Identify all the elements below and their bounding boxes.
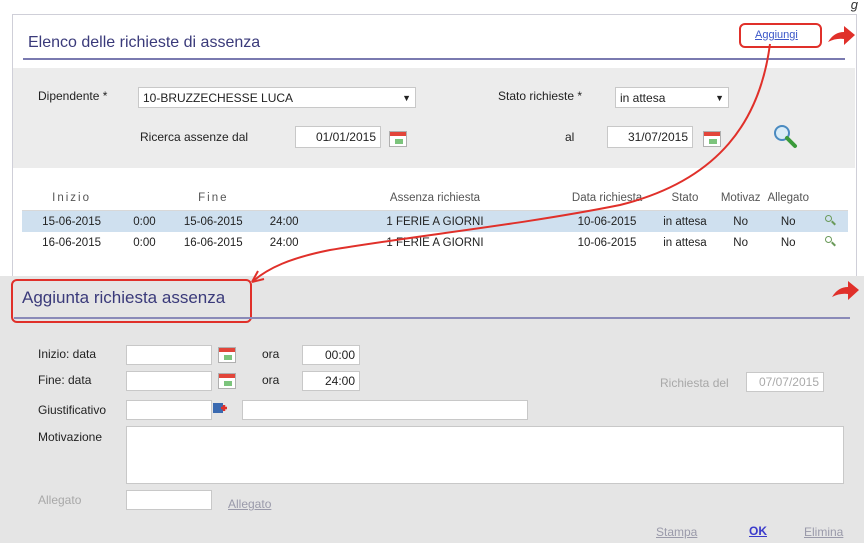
to-label: al xyxy=(565,130,575,144)
forward-arrow-icon[interactable] xyxy=(826,24,856,50)
start-time-cell: 0:00 xyxy=(133,236,156,249)
column-header xyxy=(121,186,168,211)
absence-type-cell: 1 FERIE A GIORNI xyxy=(309,210,561,232)
add-justification-icon[interactable] xyxy=(212,400,228,416)
status-select[interactable]: in attesa ▼ xyxy=(615,87,729,108)
start-time-label: ora xyxy=(262,347,280,361)
request-date-cell: 10-06-2015 xyxy=(577,236,637,249)
status-label: Stato richieste * xyxy=(498,89,583,103)
add-link-highlight xyxy=(739,23,822,48)
forward-arrow-icon[interactable] xyxy=(830,279,860,305)
request-date-cell: 10-06-2015 xyxy=(560,210,654,232)
motivation-cell: No xyxy=(716,210,765,232)
motivation-cell: No xyxy=(733,236,748,249)
table-row[interactable]: 15-06-2015 0:00 15-06-2015 24:00 1 FERIE… xyxy=(22,210,848,232)
date-from-input[interactable]: 01/01/2015 xyxy=(295,126,381,148)
end-date-cell: 15-06-2015 xyxy=(167,210,259,232)
employee-select[interactable]: 10-BRUZZECHESSE LUCA ▼ xyxy=(138,87,416,108)
column-header[interactable]: Allegato xyxy=(764,186,812,211)
list-panel-title: Elenco delle richieste di assenza xyxy=(28,34,261,51)
column-header[interactable]: Stato xyxy=(653,186,717,211)
attachment-input[interactable] xyxy=(126,490,212,510)
start-time-input[interactable]: 00:00 xyxy=(302,345,360,365)
end-time-label: ora xyxy=(262,373,280,387)
attach-link[interactable]: Allegato xyxy=(228,497,271,511)
print-link[interactable]: Stampa xyxy=(656,525,697,539)
column-header[interactable]: Fine xyxy=(167,186,259,211)
start-date-cell: 15-06-2015 xyxy=(22,210,122,232)
chevron-down-icon: ▼ xyxy=(715,93,724,103)
justification-label: Giustificativo xyxy=(38,403,107,417)
list-panel-rule xyxy=(23,58,845,60)
calendar-icon[interactable] xyxy=(389,131,407,147)
zoom-icon[interactable] xyxy=(824,236,835,246)
table-header: Inizio Fine Assenza richiesta Data richi… xyxy=(22,186,848,211)
employee-value: 10-BRUZZECHESSE LUCA xyxy=(143,91,294,105)
ok-link[interactable]: OK xyxy=(749,524,767,538)
calendar-icon[interactable] xyxy=(218,373,236,389)
attachment-label: Allegato xyxy=(38,493,82,507)
attachment-cell: No xyxy=(764,210,812,232)
end-time-cell: 24:00 xyxy=(258,210,310,232)
start-date-cell: 16-06-2015 xyxy=(42,236,101,249)
reason-textarea[interactable] xyxy=(126,426,844,484)
search-icon[interactable] xyxy=(770,122,798,150)
attachment-cell: No xyxy=(780,236,796,249)
column-header xyxy=(811,186,848,211)
justification-description[interactable] xyxy=(242,400,528,420)
filter-area xyxy=(13,68,855,168)
request-date-label: Richiesta del xyxy=(660,376,729,390)
justification-code-input[interactable] xyxy=(126,400,212,420)
status-cell: in attesa xyxy=(653,210,717,232)
column-header[interactable]: Inizio xyxy=(22,186,122,211)
reason-label: Motivazione xyxy=(38,430,103,444)
calendar-icon[interactable] xyxy=(218,347,236,363)
start-date-label: Inizio: data xyxy=(38,347,97,361)
column-header[interactable]: Assenza richiesta xyxy=(309,186,561,211)
corner-text: g xyxy=(850,0,858,12)
row-detail-cell xyxy=(812,232,849,253)
row-detail-cell xyxy=(811,210,848,232)
chevron-down-icon: ▼ xyxy=(402,93,411,103)
end-date-cell: 16-06-2015 xyxy=(183,236,243,249)
status-cell: in attesa xyxy=(663,236,707,249)
end-date-label: Fine: data xyxy=(38,373,92,387)
absence-type-cell: 1 FERIE A GIORNI xyxy=(386,236,484,249)
calendar-icon[interactable] xyxy=(703,131,721,147)
employee-label: Dipendente * xyxy=(38,89,108,103)
start-time-cell: 0:00 xyxy=(121,210,168,232)
end-time-cell: 24:00 xyxy=(269,236,299,249)
column-header[interactable]: Data richiesta xyxy=(560,186,654,211)
absence-table: Inizio Fine Assenza richiesta Data richi… xyxy=(22,186,848,253)
end-time-input[interactable]: 24:00 xyxy=(302,371,360,391)
date-to-input[interactable]: 31/07/2015 xyxy=(607,126,693,148)
form-panel-rule xyxy=(14,317,850,319)
start-date-input[interactable] xyxy=(126,345,212,365)
column-header xyxy=(258,186,310,211)
status-value: in attesa xyxy=(620,91,666,105)
end-date-input[interactable] xyxy=(126,371,212,391)
zoom-icon[interactable] xyxy=(824,215,835,225)
table-row[interactable]: 16-06-2015 0:00 16-06-2015 24:00 1 FERIE… xyxy=(22,232,848,253)
request-date-field: 07/07/2015 xyxy=(746,372,824,392)
delete-link[interactable]: Elimina xyxy=(804,525,843,539)
column-header[interactable]: Motivaz xyxy=(716,186,765,211)
search-from-label: Ricerca assenze dal xyxy=(140,130,249,144)
